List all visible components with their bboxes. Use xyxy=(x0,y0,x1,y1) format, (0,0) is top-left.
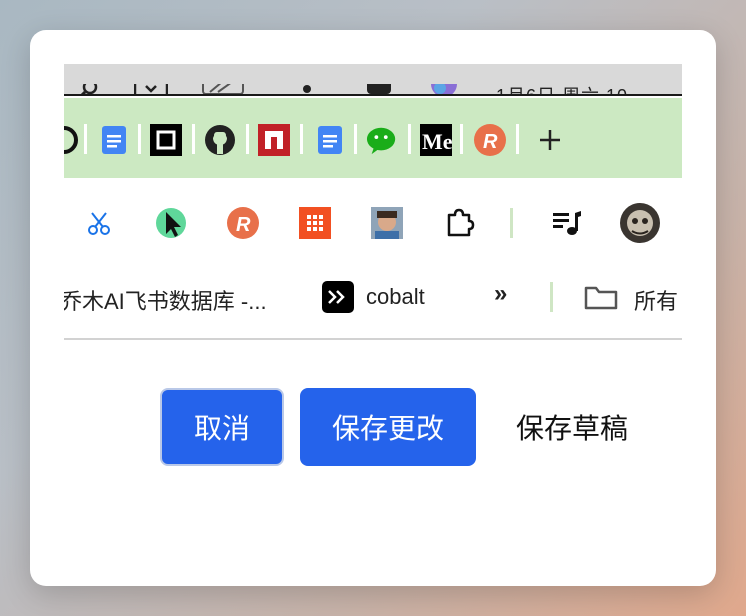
svg-text:Me: Me xyxy=(422,129,452,154)
google-docs-icon[interactable] xyxy=(98,124,130,156)
section-divider xyxy=(64,338,682,340)
npm-icon[interactable] xyxy=(258,124,290,156)
wechat-icon[interactable] xyxy=(366,124,398,156)
bookmark-separator xyxy=(516,124,519,154)
dialog-card: 1月6日 周六 10 Me R R 乔木AI飞书数据库 -... cobalt … xyxy=(30,30,716,586)
menubar-clock: 1月6日 周六 10 xyxy=(496,86,629,96)
bookmark-separator xyxy=(354,124,357,154)
bookmark-separator xyxy=(246,124,249,154)
siri-icon xyxy=(430,71,458,94)
avatar[interactable] xyxy=(620,203,660,243)
scissors-icon[interactable] xyxy=(82,206,116,240)
browser-toolbar-preview: 1月6日 周六 10 Me R R 乔木AI飞书数据库 -... cobalt … xyxy=(64,30,682,340)
extensions-separator xyxy=(510,208,513,238)
add-icon[interactable] xyxy=(534,124,566,156)
macos-menubar: 1月6日 周六 10 xyxy=(64,64,682,96)
save-changes-button[interactable]: 保存更改 xyxy=(300,388,476,466)
bookmark-separator xyxy=(460,124,463,154)
cobalt-logo-icon xyxy=(322,281,354,313)
search-icon xyxy=(76,79,98,94)
wifi-icon xyxy=(300,82,314,94)
save-draft-button[interactable]: 保存草稿 xyxy=(500,388,644,466)
bookmark-item-cobalt[interactable]: cobalt xyxy=(366,284,425,310)
user-photo-icon[interactable] xyxy=(370,206,404,240)
medium-icon[interactable]: Me xyxy=(420,124,452,156)
bookmarks-overflow-button[interactable]: » xyxy=(494,280,507,308)
bookmark-folder-all[interactable]: 所有 xyxy=(634,284,678,316)
music-list-icon[interactable] xyxy=(550,206,584,240)
svg-text:R: R xyxy=(483,131,498,153)
battery-icon xyxy=(202,79,248,94)
r-logo-icon[interactable]: R xyxy=(474,124,506,156)
extensions-row: R xyxy=(64,200,682,248)
bookmark-separator xyxy=(408,124,411,154)
bookmark-separator xyxy=(84,124,87,154)
cursor-icon[interactable] xyxy=(154,206,188,240)
square-icon[interactable] xyxy=(150,124,182,156)
bookmarks-separator xyxy=(550,282,553,312)
bookmark-separator xyxy=(300,124,303,154)
folder-icon xyxy=(584,284,618,316)
cancel-button[interactable]: 取消 xyxy=(160,388,284,466)
control-center-icon xyxy=(366,78,392,94)
puzzle-icon[interactable] xyxy=(442,206,476,240)
bookmark-bar: Me R xyxy=(64,98,682,178)
bookmark-separator xyxy=(192,124,195,154)
bookmarks-text-row: 乔木AI飞书数据库 -... cobalt » 所有 xyxy=(64,278,682,318)
grid-icon[interactable] xyxy=(298,206,332,240)
bookmark-item[interactable]: 乔木AI飞书数据库 -... xyxy=(64,284,267,316)
bookmark-separator xyxy=(138,124,141,154)
google-docs-icon[interactable] xyxy=(314,124,346,156)
download-icon xyxy=(133,78,169,94)
r-logo-icon[interactable]: R xyxy=(226,206,260,240)
svg-text:R: R xyxy=(236,214,251,236)
circle-icon[interactable] xyxy=(64,124,80,156)
github-icon[interactable] xyxy=(204,124,236,156)
